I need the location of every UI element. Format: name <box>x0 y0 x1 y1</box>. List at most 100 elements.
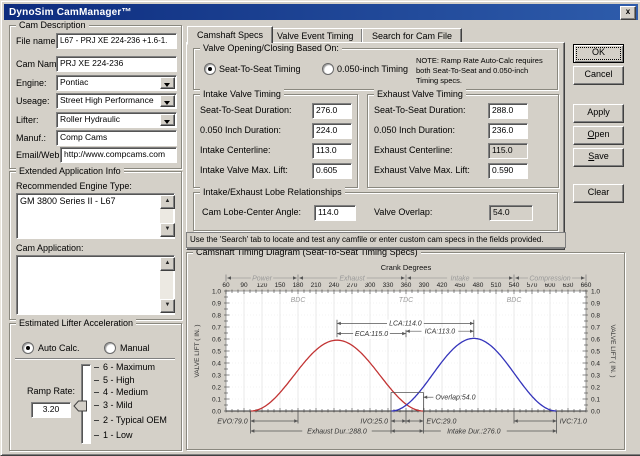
svg-text:0.9: 0.9 <box>591 300 600 307</box>
cam-name-input[interactable]: PRJ XE 224-236 <box>56 56 177 72</box>
divider <box>15 358 175 359</box>
ok-button[interactable]: OK <box>573 44 624 63</box>
file-name-label: File name: <box>16 36 58 46</box>
file-name-input[interactable]: L67 - PRJ XE 224-236 +1.6-1. <box>56 33 177 49</box>
lifter-dropdown[interactable]: Roller Hydraulic <box>56 112 177 128</box>
slider-scale-5: 5 - High <box>103 375 135 385</box>
manuf-input[interactable]: Comp Cams <box>56 130 177 146</box>
dialog-window: DynoSim CamManager™ x Cam Description Fi… <box>0 0 640 456</box>
svg-text:510: 510 <box>491 282 502 289</box>
lifter-dropdown-arrow-icon[interactable] <box>160 114 175 126</box>
svg-text:0.7: 0.7 <box>591 324 600 331</box>
save-button[interactable]: Save <box>573 148 624 167</box>
open-button[interactable]: Open <box>573 126 624 145</box>
ramp-rate-slider-thumb[interactable] <box>73 400 88 412</box>
ramp-rate-label: Ramp Rate: <box>27 386 75 396</box>
close-icon[interactable]: x <box>620 6 636 20</box>
email-web-input[interactable]: http://www.compcams.com <box>60 147 177 163</box>
svg-text:1.0: 1.0 <box>212 288 221 295</box>
svg-text:LCA:114.0: LCA:114.0 <box>389 321 422 328</box>
cam-description-title: Cam Description <box>16 20 89 30</box>
inch-timing-radio[interactable] <box>322 63 334 75</box>
slider-tick <box>94 405 99 406</box>
svg-text:420: 420 <box>437 282 448 289</box>
lifter-label: Lifter: <box>16 115 39 125</box>
engine-type-listbox[interactable]: GM 3800 Series II - L67 ▲ ▼ <box>16 193 175 239</box>
engine-type-label: Recommended Engine Type: <box>16 181 132 191</box>
svg-text:0.6: 0.6 <box>591 336 600 343</box>
svg-text:BDC: BDC <box>291 297 307 304</box>
window-title: DynoSim CamManager™ <box>4 7 132 18</box>
timing-diagram-group: Camshaft Timing Diagram (Seat-To-Seat Ti… <box>186 252 625 450</box>
exhaust-050-duration-input[interactable]: 236.0 <box>488 123 528 139</box>
svg-text:1.0: 1.0 <box>591 288 600 295</box>
svg-text:0.2: 0.2 <box>212 384 221 391</box>
svg-text:ICA:113.0: ICA:113.0 <box>425 329 456 336</box>
scroll-down-icon[interactable]: ▼ <box>160 299 175 313</box>
extended-info-group: Extended Application Info Recommended En… <box>9 171 182 320</box>
lobe-relationships-group: Intake/Exhaust Lobe Relationships Cam Lo… <box>193 192 558 231</box>
lifter-value: Roller Hydraulic <box>60 114 120 124</box>
svg-text:150: 150 <box>275 282 286 289</box>
engine-dropdown[interactable]: Pontiac <box>56 75 177 91</box>
exhaust-centerline-input: 115.0 <box>488 143 528 159</box>
slider-scale-2: 2 - Typical OEM <box>103 415 167 425</box>
svg-text:VALVE LIFT ( IN. ): VALVE LIFT ( IN. ) <box>609 324 616 377</box>
cam-app-scrollbar[interactable]: ▲ ▼ <box>160 257 173 313</box>
valve-basis-title: Valve Opening/Closing Based On: <box>200 43 342 53</box>
title-bar[interactable]: DynoSim CamManager™ x <box>4 4 638 20</box>
engine-type-value: GM 3800 Series II - L67 <box>20 196 158 206</box>
svg-text:VALVE LIFT ( IN. ): VALVE LIFT ( IN. ) <box>194 324 201 377</box>
svg-text:0.5: 0.5 <box>591 348 600 355</box>
useage-dropdown[interactable]: Street High Performance <box>56 93 177 109</box>
svg-text:0.1: 0.1 <box>212 396 221 403</box>
extended-info-title: Extended Application Info <box>16 166 124 176</box>
svg-text:Overlap:54.0: Overlap:54.0 <box>435 395 475 402</box>
clear-button[interactable]: Clear <box>573 184 624 203</box>
engine-dropdown-arrow-icon[interactable] <box>160 77 175 89</box>
svg-text:90: 90 <box>240 282 248 289</box>
exhaust-max-lift-input[interactable]: 0.590 <box>488 163 528 179</box>
seat-to-seat-label: Seat-To-Seat Timing <box>219 64 301 74</box>
manuf-label: Manuf.: <box>16 133 46 143</box>
cam-app-listbox[interactable]: ▲ ▼ <box>16 255 175 315</box>
lifter-accel-group: Estimated Lifter Acceleration Auto Calc.… <box>9 323 182 451</box>
useage-dropdown-arrow-icon[interactable] <box>160 95 175 107</box>
seat-to-seat-radio[interactable] <box>204 63 216 75</box>
svg-text:Compression: Compression <box>529 275 570 282</box>
inch-timing-label: 0.050-inch Timing <box>337 64 408 74</box>
svg-text:EVC:29.0: EVC:29.0 <box>426 418 456 425</box>
intake-timing-title: Intake Valve Timing <box>200 89 284 99</box>
lobe-title: Intake/Exhaust Lobe Relationships <box>200 187 345 197</box>
svg-text:0.1: 0.1 <box>591 396 600 403</box>
cancel-button[interactable]: Cancel <box>573 66 624 85</box>
svg-text:540: 540 <box>509 282 520 289</box>
scroll-down-icon[interactable]: ▼ <box>160 223 175 237</box>
intake-max-lift-input[interactable]: 0.605 <box>312 163 352 179</box>
engine-type-scrollbar[interactable]: ▲ ▼ <box>160 195 173 237</box>
exhaust-s2s-duration-input[interactable]: 288.0 <box>488 103 528 119</box>
svg-text:TDC: TDC <box>399 297 414 304</box>
scroll-up-icon[interactable]: ▲ <box>160 195 175 209</box>
intake-timing-group: Intake Valve Timing Seat-To-Seat Duratio… <box>193 94 358 188</box>
svg-text:0.7: 0.7 <box>212 324 221 331</box>
ramp-rate-input[interactable]: 3.20 <box>31 402 71 418</box>
svg-text:0.8: 0.8 <box>591 312 600 319</box>
svg-text:60: 60 <box>222 282 230 289</box>
auto-calc-radio[interactable] <box>22 342 34 354</box>
intake-centerline-input[interactable]: 113.0 <box>312 143 352 159</box>
scroll-up-icon[interactable]: ▲ <box>160 257 175 271</box>
intake-s2s-duration-input[interactable]: 276.0 <box>312 103 352 119</box>
slider-scale-4: 4 - Medium <box>103 387 148 397</box>
svg-text:0.0: 0.0 <box>591 408 600 415</box>
svg-text:0.3: 0.3 <box>591 372 600 379</box>
valve-basis-group: Valve Opening/Closing Based On: Seat-To-… <box>193 48 558 90</box>
lobe-center-angle-input[interactable]: 114.0 <box>314 205 356 221</box>
manual-radio[interactable] <box>104 342 116 354</box>
svg-text:0.6: 0.6 <box>212 336 221 343</box>
apply-button[interactable]: Apply <box>573 104 624 123</box>
auto-calc-label: Auto Calc. <box>38 343 80 353</box>
intake-050-duration-input[interactable]: 224.0 <box>312 123 352 139</box>
valve-overlap-input: 54.0 <box>489 205 533 221</box>
svg-text:180: 180 <box>293 282 304 289</box>
